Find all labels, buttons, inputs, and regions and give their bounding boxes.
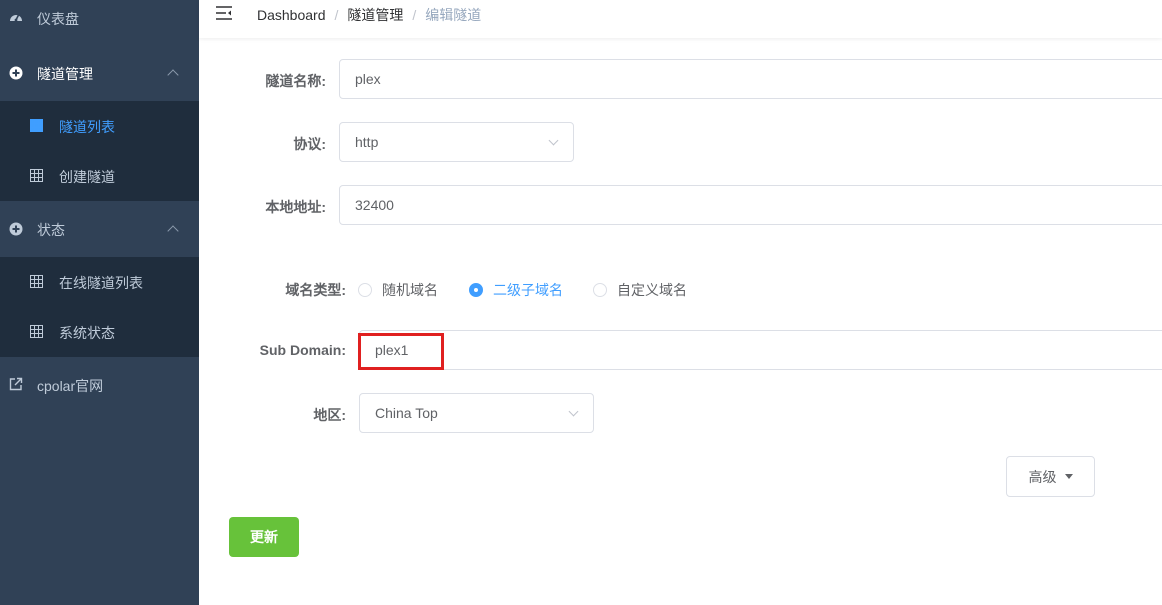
breadcrumb-tunnel-management[interactable]: 隧道管理 — [347, 7, 403, 23]
radio-label: 自定义域名 — [617, 282, 687, 298]
protocol-label: 协议: — [293, 136, 326, 152]
advanced-label: 高级 — [1028, 468, 1057, 485]
menu-item-cpolar-site[interactable]: cpolar官网 — [0, 360, 199, 410]
update-button[interactable]: 更新 — [229, 517, 299, 557]
plus-circle-icon — [9, 66, 23, 80]
submenu-status: 在线隧道列表 系统状态 — [0, 257, 199, 357]
dashboard-icon — [10, 13, 22, 22]
radio-label: 随机域名 — [382, 282, 438, 298]
sidebar-item-online-tunnels[interactable]: 在线隧道列表 — [0, 257, 199, 307]
breadcrumb-separator: / — [334, 7, 339, 23]
menu-item-label: cpolar官网 — [37, 378, 104, 394]
table-icon — [30, 169, 43, 182]
sidebar-item-label: 系统状态 — [59, 325, 115, 341]
external-link-icon — [9, 377, 23, 391]
radio-circle — [358, 283, 372, 297]
region-select[interactable]: China Top — [359, 393, 594, 433]
chevron-down-icon — [548, 135, 559, 146]
menu-item-label: 仪表盘 — [37, 11, 79, 27]
radio-custom-domain[interactable]: 自定义域名 — [593, 280, 687, 300]
table-icon — [30, 325, 43, 338]
sub-domain-label: Sub Domain: — [259, 342, 346, 358]
tunnel-name-input[interactable]: plex — [339, 59, 1162, 99]
sidebar-item-label: 在线隧道列表 — [59, 275, 143, 291]
sidebar-item-system-status[interactable]: 系统状态 — [0, 307, 199, 357]
radio-label: 二级子域名 — [493, 282, 563, 298]
radio-random-domain[interactable]: 随机域名 — [358, 280, 438, 300]
sidebar-item-label: 隧道列表 — [59, 119, 115, 135]
radio-circle — [593, 283, 607, 297]
breadcrumb-separator: / — [412, 7, 417, 23]
breadcrumb-dashboard[interactable]: Dashboard — [257, 7, 326, 23]
radio-circle — [469, 283, 483, 297]
menu-item-dashboard[interactable]: 仪表盘 — [0, 0, 199, 36]
region-value: China Top — [375, 405, 438, 421]
local-address-input[interactable]: 32400 — [339, 185, 1162, 225]
region-label: 地区: — [313, 407, 346, 423]
sidebar-item-tunnel-list[interactable]: 隧道列表 — [0, 101, 199, 151]
breadcrumb: Dashboard / 隧道管理 / 编辑隧道 — [257, 5, 481, 25]
tunnel-name-label: 隧道名称: — [265, 73, 326, 89]
caret-down-icon — [1064, 474, 1073, 479]
breadcrumb-edit-tunnel: 编辑隧道 — [425, 7, 482, 23]
plus-circle-icon — [9, 222, 23, 236]
table-icon — [30, 119, 43, 132]
advanced-button[interactable]: 高级 — [1006, 456, 1095, 497]
chevron-down-icon — [568, 406, 579, 417]
local-address-label: 本地地址: — [265, 199, 326, 215]
radio-second-level-subdomain[interactable]: 二级子域名 — [469, 280, 563, 300]
highlight-annotation — [358, 333, 444, 370]
navbar: Dashboard / 隧道管理 / 编辑隧道 — [199, 0, 1162, 38]
domain-type-label: 域名类型: — [285, 282, 346, 298]
menu-item-label: 状态 — [37, 222, 65, 238]
sidebar-item-create-tunnel[interactable]: 创建隧道 — [0, 151, 199, 201]
protocol-value: http — [355, 134, 379, 150]
sidebar-item-label: 创建隧道 — [59, 169, 115, 185]
sidebar: 仪表盘 隧道管理 隧道列表 创建隧道 状态 在线隧道列表 系统状态 cpolar… — [0, 0, 199, 605]
menu-item-tunnel-management[interactable]: 隧道管理 — [0, 48, 199, 98]
menu-fold-icon[interactable] — [216, 6, 232, 20]
table-icon — [30, 275, 43, 288]
menu-item-label: 隧道管理 — [37, 66, 93, 82]
submenu-tunnels: 隧道列表 创建隧道 — [0, 101, 199, 201]
chevron-up-icon[interactable] — [167, 69, 179, 81]
protocol-select[interactable]: http — [339, 122, 574, 162]
sub-domain-input[interactable]: plex1 — [359, 330, 1162, 370]
menu-item-status[interactable]: 状态 — [0, 204, 199, 254]
chevron-up-icon[interactable] — [167, 225, 179, 237]
